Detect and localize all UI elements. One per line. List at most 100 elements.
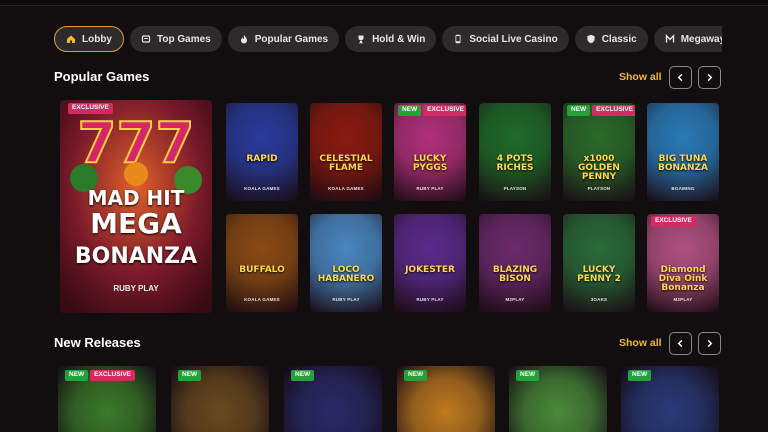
- new-release-tile[interactable]: NEW: [397, 366, 495, 432]
- game-title: 4 POTS RICHES: [496, 154, 534, 173]
- tab-social-live-casino[interactable]: Social Live Casino: [442, 26, 569, 52]
- new-badge: NEW: [516, 370, 540, 381]
- game-tile[interactable]: CELESTIAL FLAME KOALA GAMES: [310, 103, 382, 201]
- featured-title-line3: BONANZA: [74, 244, 198, 269]
- exclusive-badge: EXCLUSIVE: [651, 216, 696, 227]
- new-release-tile[interactable]: NEW EXCLUSIVE: [58, 366, 156, 432]
- game-tile[interactable]: LUCKY PENNY 2 3OAKS: [563, 214, 635, 312]
- game-provider: M2PLAY: [673, 297, 693, 302]
- chevron-left-icon: [677, 339, 683, 348]
- new-badge: NEW: [567, 105, 591, 116]
- home-icon: [66, 34, 76, 44]
- cup-icon: [356, 34, 366, 44]
- game-provider: RUBY PLAY: [416, 297, 444, 302]
- popular-games-title: Popular Games: [54, 69, 150, 84]
- tile-badges: NEW: [178, 370, 202, 381]
- game-title: Diamond Diva Oink Bonanza: [658, 265, 708, 293]
- game-tile[interactable]: BLAZING BISON M2PLAY: [479, 214, 551, 312]
- game-title: x1000 GOLDEN PENNY: [578, 154, 620, 182]
- game-title: BIG TUNA BONANZA: [657, 154, 709, 173]
- tab-label: Hold & Win: [372, 33, 426, 45]
- exclusive-badge: EXCLUSIVE: [90, 370, 136, 381]
- chevron-right-icon: [707, 339, 713, 348]
- game-title: JOKESTER: [405, 265, 455, 275]
- tab-label: Social Live Casino: [469, 33, 558, 45]
- game-provider: RUBY PLAY: [332, 297, 360, 302]
- game-provider: PLAYSON: [587, 186, 611, 191]
- game-tile-featured[interactable]: 777 EXCLUSIVE MAD HIT MEGA BONANZA RUBY …: [60, 100, 212, 313]
- exclusive-badge: EXCLUSIVE: [423, 105, 466, 116]
- chevron-right-icon: [707, 73, 713, 82]
- game-title: BLAZING BISON: [492, 265, 538, 284]
- chevron-left-icon: [677, 73, 683, 82]
- game-title: LUCKY PYGGS: [412, 154, 448, 173]
- featured-provider: RUBY PLAY: [113, 284, 159, 293]
- game-tile[interactable]: NEW EXCLUSIVE LUCKY PYGGS RUBY PLAY: [394, 103, 466, 201]
- flame-icon: [239, 34, 249, 44]
- tile-badges: NEW: [291, 370, 315, 381]
- featured-title-line1: MAD HIT: [87, 186, 185, 210]
- game-provider: KOALA GAMES: [328, 186, 364, 191]
- popular-next-button[interactable]: [698, 66, 721, 89]
- tab-classic[interactable]: Classic: [574, 26, 648, 52]
- game-title: LUCKY PENNY 2: [577, 265, 621, 284]
- game-title: BUFFALO: [239, 265, 285, 275]
- new-badge: NEW: [398, 105, 422, 116]
- tab-popular-games[interactable]: Popular Games: [227, 26, 340, 52]
- m-icon: [665, 34, 675, 44]
- tile-badges: NEW EXCLUSIVE: [398, 105, 466, 116]
- tab-label: Lobby: [82, 33, 112, 45]
- new-release-tile[interactable]: NEW: [509, 366, 607, 432]
- tile-badges: EXCLUSIVE: [651, 216, 696, 227]
- new-badge: NEW: [291, 370, 315, 381]
- game-tile[interactable]: RAPID KOALA GAMES: [226, 103, 298, 201]
- game-title: RAPID: [246, 154, 278, 164]
- game-tile[interactable]: JOKESTER RUBY PLAY: [394, 214, 466, 312]
- new-badge: NEW: [65, 370, 89, 381]
- new-releases-next-button[interactable]: [698, 332, 721, 355]
- new-release-tile[interactable]: NEW: [621, 366, 719, 432]
- new-badge: NEW: [178, 370, 202, 381]
- game-provider: KOALA GAMES: [244, 297, 280, 302]
- new-badge: NEW: [404, 370, 428, 381]
- game-tile[interactable]: EXCLUSIVE Diamond Diva Oink Bonanza M2PLAY: [647, 214, 719, 312]
- tab-megaways[interactable]: Megaways: [653, 26, 722, 52]
- game-title: CELESTIAL FLAME: [319, 154, 373, 173]
- tile-badges: NEW: [628, 370, 652, 381]
- category-tabs: Lobby Top Games Popular Games Hold & Win Soc…: [54, 26, 722, 52]
- tab-label: Top Games: [157, 33, 211, 45]
- new-releases-prev-button[interactable]: [669, 332, 692, 355]
- tile-badges: NEW EXCLUSIVE: [567, 105, 635, 116]
- featured-badges: EXCLUSIVE: [68, 103, 113, 114]
- tab-hold-win[interactable]: Hold & Win: [345, 26, 437, 52]
- game-tile[interactable]: BIG TUNA BONANZA BGAMING: [647, 103, 719, 201]
- popular-prev-button[interactable]: [669, 66, 692, 89]
- game-provider: 3OAKS: [590, 297, 608, 302]
- game-tile[interactable]: 4 POTS RICHES PLAYSON: [479, 103, 551, 201]
- top-header-bar: [0, 0, 768, 6]
- new-releases-show-all-link[interactable]: Show all: [619, 337, 662, 349]
- exclusive-badge: EXCLUSIVE: [592, 105, 635, 116]
- tab-top-games[interactable]: Top Games: [130, 26, 222, 52]
- tab-label: Megaways: [680, 33, 722, 45]
- tile-badges: NEW: [516, 370, 540, 381]
- tab-label: Popular Games: [254, 33, 329, 45]
- tab-label: Classic: [601, 33, 637, 45]
- shield-icon: [586, 34, 596, 44]
- trophy-badge-icon: [141, 34, 151, 44]
- game-tile[interactable]: BUFFALO KOALA GAMES: [226, 214, 298, 312]
- game-tile[interactable]: LOCO HABANERO RUBY PLAY: [310, 214, 382, 312]
- game-provider: BGAMING: [671, 186, 695, 191]
- exclusive-badge: EXCLUSIVE: [68, 103, 113, 114]
- game-provider: M2PLAY: [505, 297, 525, 302]
- game-provider: KOALA GAMES: [244, 186, 280, 191]
- new-release-tile[interactable]: NEW: [284, 366, 382, 432]
- game-provider: RUBY PLAY: [416, 186, 444, 191]
- featured-title-line2: MEGA: [90, 207, 182, 240]
- popular-show-all-link[interactable]: Show all: [619, 71, 662, 83]
- new-badge: NEW: [628, 370, 652, 381]
- new-releases-title: New Releases: [54, 335, 141, 350]
- new-release-tile[interactable]: NEW: [171, 366, 269, 432]
- game-tile[interactable]: NEW EXCLUSIVE x1000 GOLDEN PENNY PLAYSON: [563, 103, 635, 201]
- tab-lobby[interactable]: Lobby: [54, 26, 124, 52]
